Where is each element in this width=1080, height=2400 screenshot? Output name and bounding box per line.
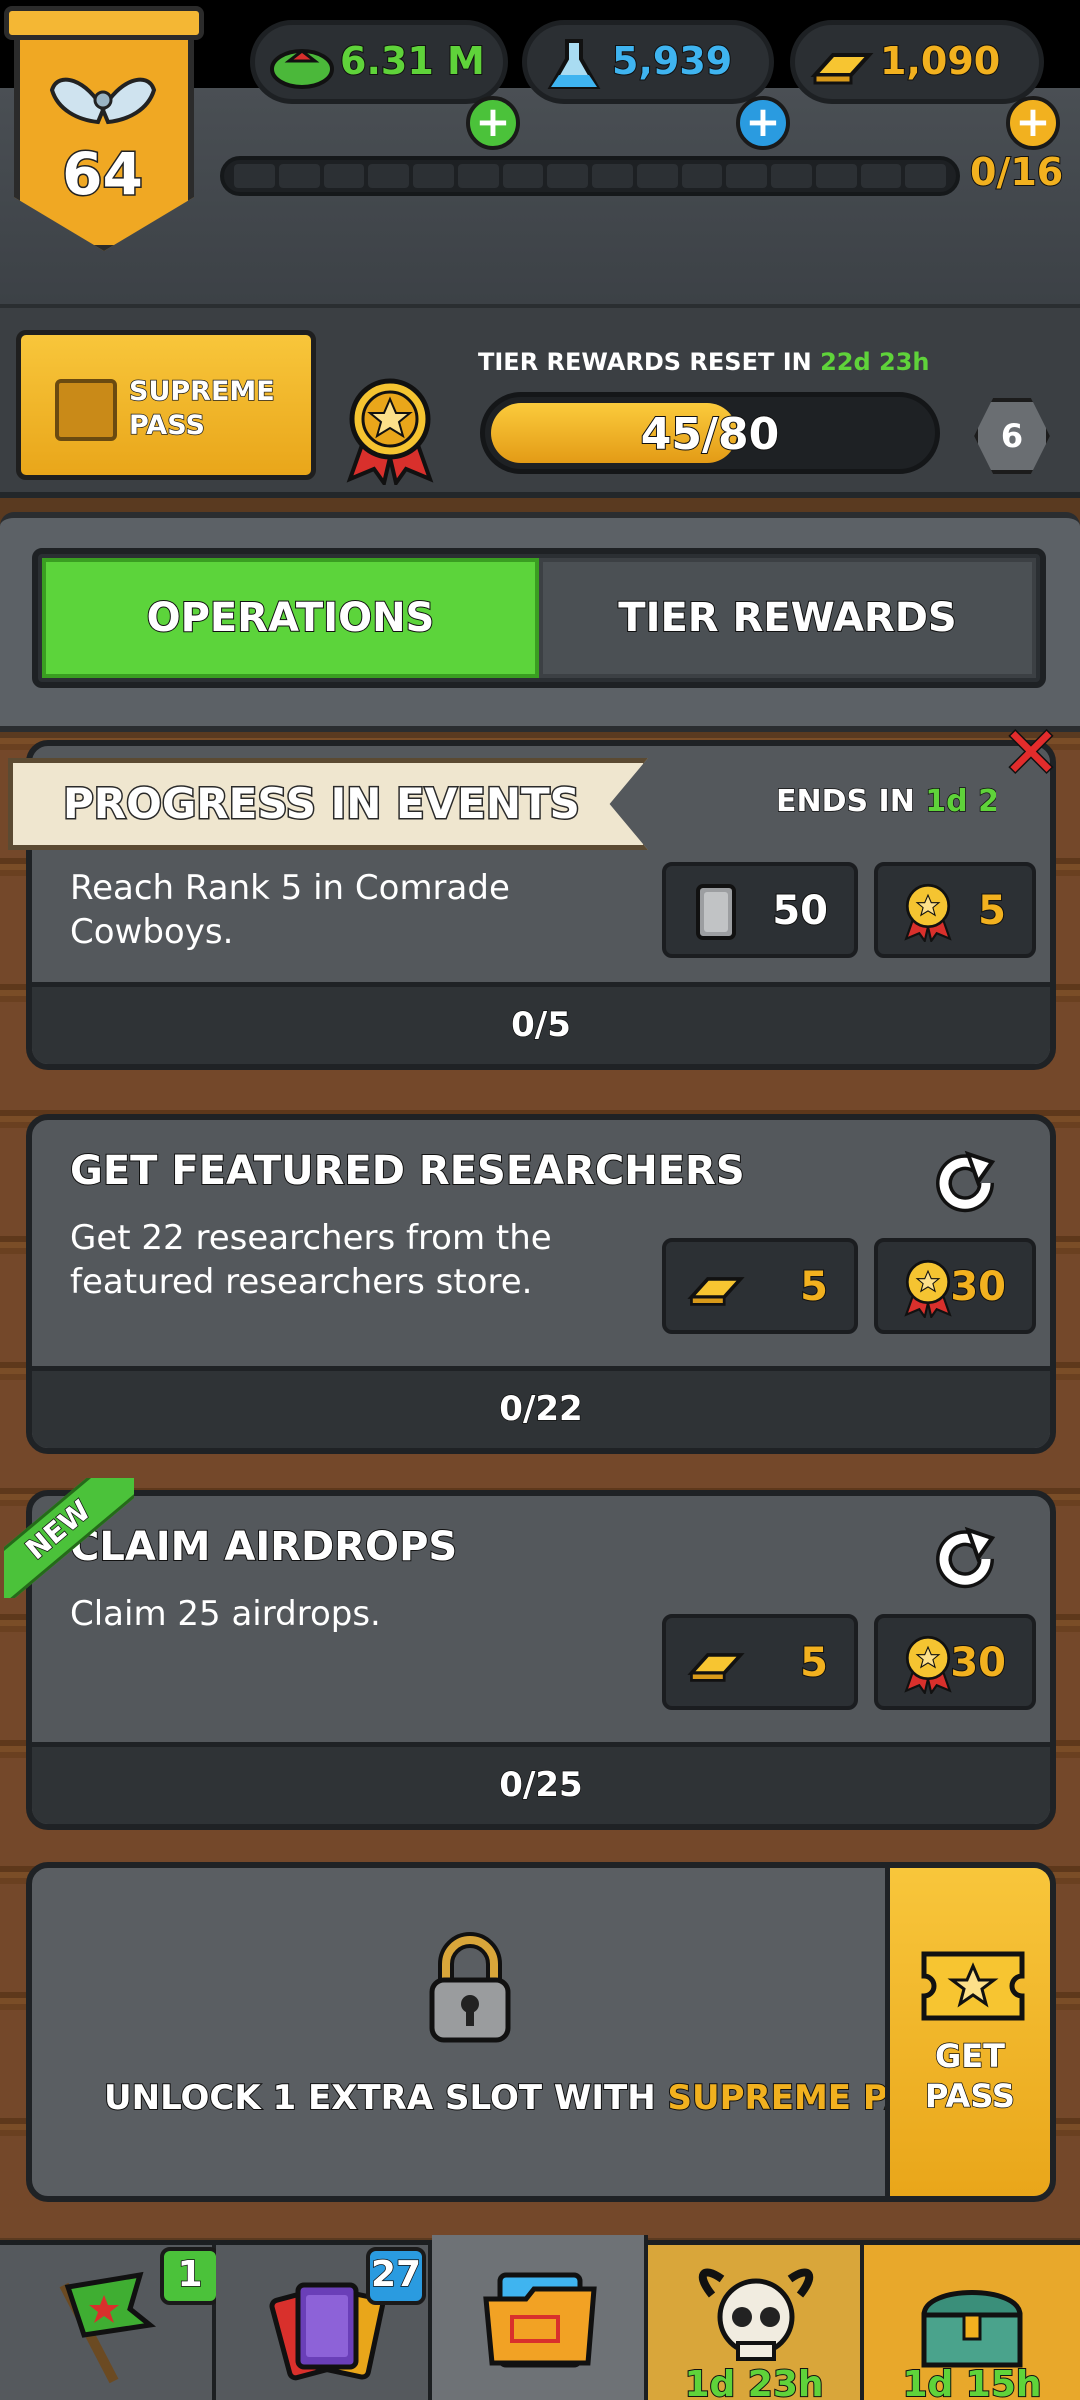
operation-progress-text: 0/22 xyxy=(499,1388,584,1430)
reward-cards: 50 xyxy=(662,862,858,958)
refresh-icon[interactable] xyxy=(930,1524,1000,1594)
operation-description: Claim 25 airdrops. xyxy=(70,1594,381,1634)
add-research-button[interactable]: + xyxy=(736,96,790,150)
nav-flag[interactable]: 1 xyxy=(0,2245,220,2400)
reward-value: 30 xyxy=(949,1263,1007,1311)
operation-card: CLAIM AIRDROPS Claim 25 airdrops. 5 30 0… xyxy=(26,1490,1056,1830)
gold-value: 1,090 xyxy=(879,38,1001,84)
operation-progress: 0/22 xyxy=(32,1366,1050,1448)
operation-card: GET FEATURED RESEARCHERS Get 22 research… xyxy=(26,1114,1056,1454)
xp-progress-bar xyxy=(220,156,960,196)
reward-gold: 5 xyxy=(662,1238,858,1334)
events-ends-in: ENDS IN 1d 23 xyxy=(776,784,996,819)
rank-wings-icon xyxy=(49,77,157,125)
reward-value: 50 xyxy=(771,887,829,935)
supreme-pass-label: SUPREME PASS xyxy=(128,375,275,442)
medal-icon xyxy=(904,883,952,942)
cash-value: 6.31 M xyxy=(339,38,486,84)
new-label: NEW xyxy=(4,1478,134,1598)
get-pass-button[interactable]: GET PASS xyxy=(885,1868,1050,2196)
flag-badge: 1 xyxy=(160,2247,220,2305)
rank-level: 64 xyxy=(61,139,145,210)
rank-banner-scroll xyxy=(4,6,204,40)
nav-skull-event[interactable]: 1d 23h xyxy=(648,2245,864,2400)
medal-icon xyxy=(346,378,434,485)
flag-icon xyxy=(59,2271,157,2384)
gold-bar-icon xyxy=(687,1653,745,1682)
get-pass-label: GET PASS xyxy=(924,2036,1015,2116)
tier-reset-timer: TIER REWARDS RESET IN 22d 23h xyxy=(478,348,930,376)
reward-medals: 5 xyxy=(874,862,1036,958)
research-value: 5,939 xyxy=(611,38,733,84)
progress-in-events-banner: PROGRESS IN EVENTS xyxy=(8,758,648,850)
operation-progress: 0/5 xyxy=(32,982,1050,1064)
reward-medals: 30 xyxy=(874,1238,1036,1334)
chest-timer: 1d 15h xyxy=(901,2363,1042,2400)
nav-operations[interactable] xyxy=(432,2235,648,2400)
gold-bar-icon xyxy=(810,53,874,85)
supreme-pass-checkbox xyxy=(55,379,117,441)
cash-counter[interactable]: 6.31 M xyxy=(250,20,508,104)
reward-value: 5 xyxy=(799,1263,829,1311)
gold-counter[interactable]: 1,090 xyxy=(790,20,1044,104)
reward-value: 5 xyxy=(799,1639,829,1687)
medal-icon xyxy=(904,1635,952,1694)
pass-ticket-icon xyxy=(921,1951,1025,2021)
nav-cards[interactable]: 27 xyxy=(216,2245,432,2400)
add-gold-button[interactable]: + xyxy=(1006,96,1060,150)
operation-progress-text: 0/25 xyxy=(499,1764,584,1806)
new-ribbon: NEW xyxy=(4,1478,134,1598)
bottom-nav: 1 27 1d 23h 1d 15h xyxy=(0,2235,1080,2400)
supreme-pass-button[interactable]: SUPREME PASS xyxy=(16,330,316,480)
card-icon xyxy=(696,884,736,940)
tab-tier-rewards[interactable]: TIER REWARDS xyxy=(539,558,1036,678)
refresh-icon[interactable] xyxy=(930,1148,1000,1218)
tier-progress-bar: 45/80 xyxy=(480,392,940,474)
xp-progress-text: 0/16 xyxy=(969,149,1064,195)
flask-icon xyxy=(547,39,601,89)
tab-bar: OPERATIONS TIER REWARDS xyxy=(32,548,1046,688)
unlock-slot-text: UNLOCK 1 EXTRA SLOT WITH SUPREME PASS xyxy=(103,2077,959,2119)
reward-value: 30 xyxy=(949,1639,1007,1687)
operation-progress-text: 0/5 xyxy=(510,1004,571,1046)
reward-medals: 30 xyxy=(874,1614,1036,1710)
folder-icon xyxy=(483,2272,597,2368)
skull-event-timer: 1d 23h xyxy=(683,2363,824,2400)
tab-operations[interactable]: OPERATIONS xyxy=(42,558,539,678)
gold-bar-icon xyxy=(687,1277,745,1306)
events-banner-title: PROGRESS IN EVENTS xyxy=(62,778,582,830)
locked-slot-panel: UNLOCK 1 EXTRA SLOT WITH SUPREME PASS GE… xyxy=(26,1862,1056,2202)
medal-icon xyxy=(904,1259,952,1318)
add-cash-button[interactable]: + xyxy=(466,96,520,150)
tier-progress-text: 45/80 xyxy=(640,408,781,461)
cash-cap-icon xyxy=(270,49,334,89)
research-counter[interactable]: 5,939 xyxy=(522,20,774,104)
cards-badge: 27 xyxy=(366,2247,426,2305)
nav-chest[interactable]: 1d 15h xyxy=(864,2245,1080,2400)
operation-description: Reach Rank 5 in Comrade Cowboys. xyxy=(70,868,510,952)
padlock-icon xyxy=(429,1932,511,2043)
reward-value: 5 xyxy=(977,887,1007,935)
operation-progress: 0/25 xyxy=(32,1742,1050,1824)
reward-gold: 5 xyxy=(662,1614,858,1710)
operation-title: GET FEATURED RESEARCHERS xyxy=(69,1147,746,1195)
close-icon[interactable]: ✕ xyxy=(996,717,1066,790)
operation-description: Get 22 researchers from the featured res… xyxy=(70,1218,552,1302)
